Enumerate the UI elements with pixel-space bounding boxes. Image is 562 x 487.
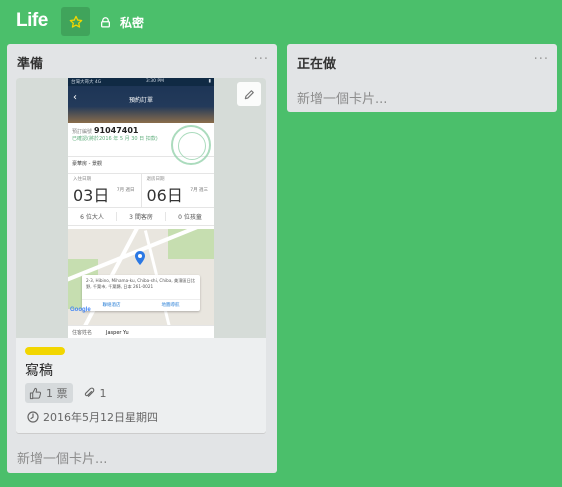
add-card-button[interactable]: 新增一個卡片... (297, 88, 387, 107)
cover-guest-label: 住客姓名 (72, 330, 93, 336)
card-title: 寫稿 (25, 363, 53, 379)
star-board-button[interactable] (61, 7, 90, 36)
list-title[interactable]: 準備 (17, 53, 43, 72)
cover-address: 2-3, Hibino, Mihama-ku, Chiba-shi, Chiba… (86, 278, 195, 289)
cover-map-brand: Google (70, 307, 91, 313)
list-menu-button[interactable]: ··· (534, 52, 549, 67)
list-title[interactable]: 正在做 (297, 53, 336, 72)
due-date: 2016年5月12日星期四 (43, 411, 158, 424)
cover-adults: 6 位大人 (68, 212, 117, 221)
cover-rooms: 3 間客房 (117, 212, 166, 221)
cover-directions: 地圖導航 (161, 302, 180, 308)
card-cover: 台灣大哥大 4G 3:30 PM ▮ ‹ 預約訂單 預訂編號 91047401 … (16, 78, 266, 338)
star-icon (69, 15, 82, 28)
pencil-icon (244, 89, 254, 99)
votes-count: 1 票 (46, 387, 68, 400)
cover-status-time: 3:30 PM (145, 79, 164, 84)
edit-card-button[interactable] (237, 82, 261, 106)
card-details: 寫稿 1 票 1 2016年5月12日星期四 (16, 338, 266, 433)
cover-screenshot: 台灣大哥大 4G 3:30 PM ▮ ‹ 預約訂單 預訂編號 91047401 … (68, 78, 214, 338)
cover-screen-title: 預約訂單 (128, 97, 153, 104)
add-card-button[interactable]: 新增一個卡片... (17, 448, 107, 467)
lock-icon (100, 16, 111, 28)
list-doing: 正在做 ··· 新增一個卡片... (287, 44, 557, 112)
visibility-label: 私密 (120, 15, 145, 30)
votes-badge: 1 票 (25, 383, 73, 403)
card-label[interactable] (25, 347, 65, 355)
cover-checkin-side: 7月 週日 (116, 188, 135, 193)
due-date-badge: 2016年5月12日星期四 (27, 409, 158, 425)
battery-icon: ▮ (208, 79, 211, 84)
cover-status-carrier: 台灣大哥大 4G (71, 80, 102, 85)
cover-checkin-day: 03日 (73, 186, 110, 205)
list-ready: 準備 ··· 台灣大哥大 4G 3:30 PM ▮ ‹ 預約訂單 預訂編號 91… (7, 44, 277, 473)
clock-icon (27, 411, 39, 423)
thumbs-up-icon (29, 387, 42, 399)
card[interactable]: 台灣大哥大 4G 3:30 PM ▮ ‹ 預約訂單 預訂編號 91047401 … (16, 78, 266, 433)
paperclip-icon (84, 387, 94, 397)
board-header: Life 私密 (0, 0, 562, 44)
board-title[interactable]: Life (16, 10, 48, 32)
cover-checkout-day: 06日 (146, 186, 183, 205)
cover-guest-name: Jasper Yu (106, 330, 129, 336)
map-pin-icon (135, 251, 145, 265)
cover-room-type: 豪華房 - 景觀 (72, 161, 102, 167)
attachments-count: 1 (99, 386, 107, 400)
cover-map: 2-3, Hibino, Mihama-ku, Chiba-shi, Chiba… (68, 229, 214, 325)
attachments-badge: 1 (83, 387, 107, 400)
cover-booking-number: 91047401 (93, 126, 139, 135)
cover-checkout-side: 7月 週三 (190, 188, 208, 193)
cover-kids: 0 位孩童 (178, 214, 202, 221)
visibility-button[interactable]: 私密 (100, 12, 144, 32)
list-menu-button[interactable]: ··· (254, 52, 269, 67)
